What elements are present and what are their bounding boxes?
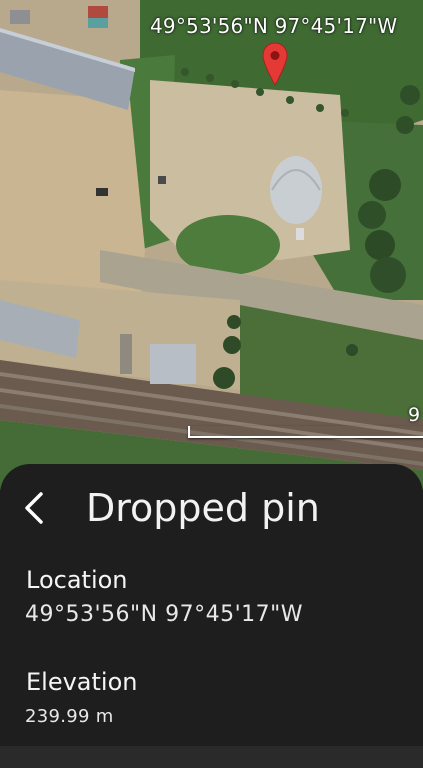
location-label: Location: [26, 566, 128, 594]
back-button[interactable]: [16, 490, 52, 526]
elevation-value: 239.99 m: [25, 706, 114, 727]
satellite-map[interactable]: 49°53'56"N 97°45'17"W 9: [0, 0, 423, 490]
elevation-label: Elevation: [26, 668, 138, 696]
location-value[interactable]: 49°53'56"N 97°45'17"W: [25, 602, 303, 627]
satellite-imagery: [0, 0, 423, 490]
map-coordinates-overlay: 49°53'56"N 97°45'17"W: [150, 14, 398, 38]
bottom-strip: [0, 746, 423, 768]
sheet-header: Dropped pin: [0, 464, 423, 560]
app-screen: 49°53'56"N 97°45'17"W 9 Dropped pin Loca…: [0, 0, 423, 768]
map-scale-bar: [188, 426, 423, 438]
map-scale-label: 9: [408, 404, 421, 426]
map-pin-icon[interactable]: [262, 42, 288, 86]
dropped-pin-sheet: Dropped pin Location 49°53'56"N 97°45'17…: [0, 464, 423, 768]
sheet-title: Dropped pin: [86, 486, 320, 530]
chevron-left-icon: [25, 492, 43, 524]
